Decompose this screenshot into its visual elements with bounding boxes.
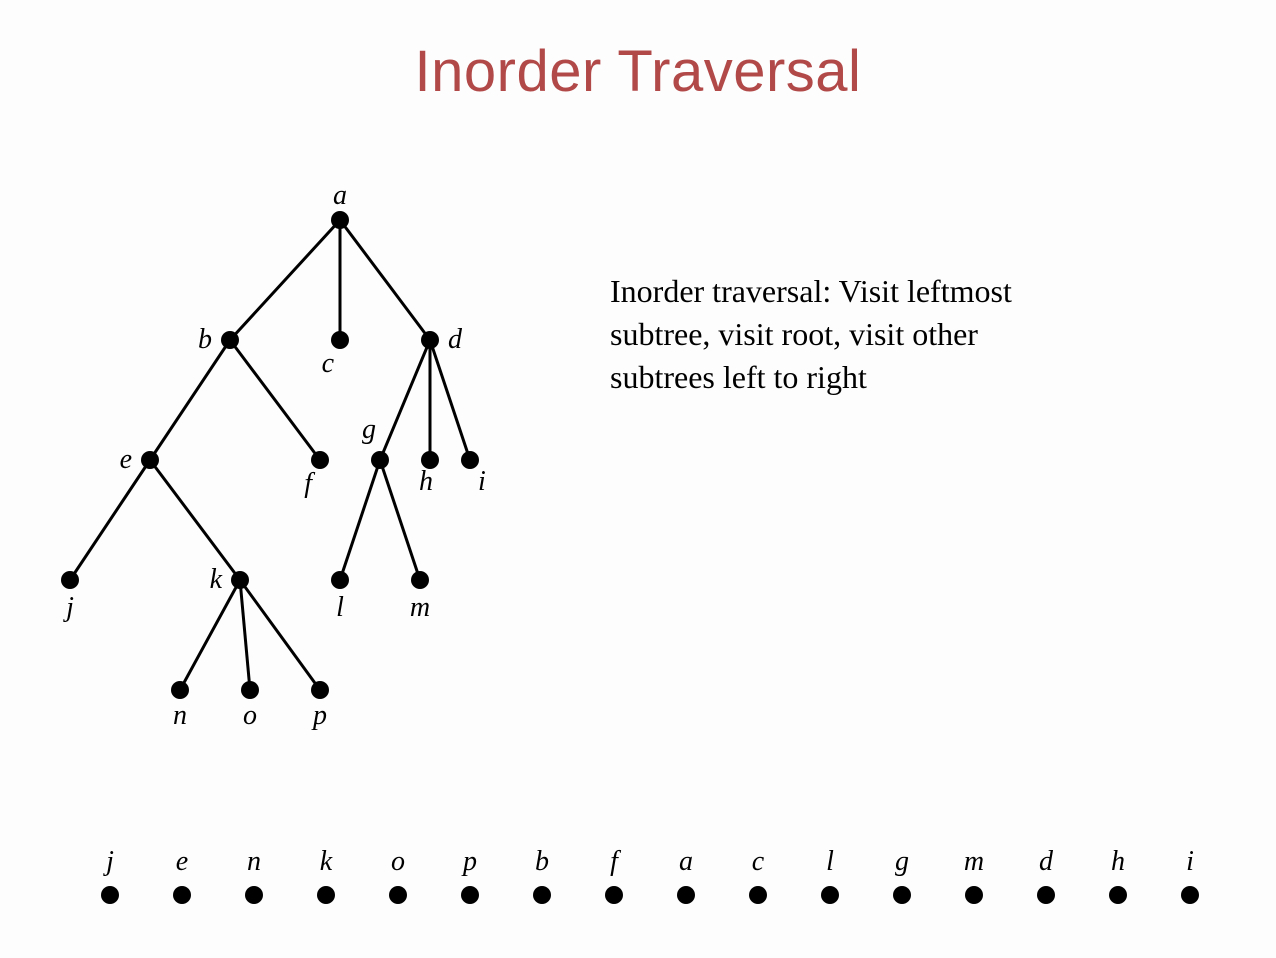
seq-label: l xyxy=(826,846,834,877)
seq-label: b xyxy=(535,846,549,877)
tree-edge xyxy=(150,460,240,580)
seq-label: j xyxy=(103,846,114,877)
traversal-sequence: jenkopbfaclgmdhi xyxy=(0,840,1276,925)
tree-svg: a b c d e f g h i j k l m n o p xyxy=(40,160,520,750)
seq-dot xyxy=(533,886,551,904)
seq-dot xyxy=(461,886,479,904)
tree-node-g xyxy=(371,451,389,469)
tree-label-g: g xyxy=(362,414,376,445)
tree-edge xyxy=(230,340,320,460)
tree-node-i xyxy=(461,451,479,469)
tree-edge xyxy=(240,580,320,690)
tree-label-i: i xyxy=(478,466,486,497)
seq-dot xyxy=(1181,886,1199,904)
tree-label-m: m xyxy=(410,592,430,623)
slide: Inorder Traversal Inorder traversal: Vis… xyxy=(0,0,1276,958)
seq-dot xyxy=(245,886,263,904)
seq-dot xyxy=(1109,886,1127,904)
traversal-description: Inorder traversal: Visit leftmost subtre… xyxy=(610,270,1040,400)
tree-edge xyxy=(240,580,250,690)
tree-label-d: d xyxy=(448,324,463,355)
tree-label-c: c xyxy=(322,348,335,379)
tree-node-k xyxy=(231,571,249,589)
seq-dot xyxy=(101,886,119,904)
tree-node-p xyxy=(311,681,329,699)
seq-dot xyxy=(173,886,191,904)
tree-node-o xyxy=(241,681,259,699)
slide-title: Inorder Traversal xyxy=(0,38,1276,105)
tree-edge xyxy=(230,220,340,340)
tree-label-a: a xyxy=(333,180,347,211)
tree-edge xyxy=(430,340,470,460)
tree-label-j: j xyxy=(63,592,74,623)
tree-node-j xyxy=(61,571,79,589)
tree-node-l xyxy=(331,571,349,589)
tree-node-f xyxy=(311,451,329,469)
tree-edge xyxy=(180,580,240,690)
sequence-svg: jenkopbfaclgmdhi xyxy=(0,840,1276,920)
tree-edge xyxy=(340,460,380,580)
seq-dot xyxy=(893,886,911,904)
tree-label-h: h xyxy=(419,466,433,497)
tree-label-b: b xyxy=(198,324,212,355)
tree-edge xyxy=(380,340,430,460)
tree-label-e: e xyxy=(120,444,132,475)
seq-dot xyxy=(749,886,767,904)
tree-diagram: a b c d e f g h i j k l m n o p xyxy=(40,160,520,755)
seq-label: p xyxy=(461,846,477,877)
seq-dot xyxy=(677,886,695,904)
tree-node-c xyxy=(331,331,349,349)
tree-node-d xyxy=(421,331,439,349)
seq-label: o xyxy=(391,846,405,877)
seq-label: c xyxy=(752,846,765,877)
seq-dot xyxy=(1037,886,1055,904)
tree-edge xyxy=(70,460,150,580)
seq-dot xyxy=(965,886,983,904)
tree-edge xyxy=(150,340,230,460)
seq-label: k xyxy=(320,846,333,877)
tree-label-f: f xyxy=(304,468,315,499)
tree-node-b xyxy=(221,331,239,349)
seq-dot xyxy=(389,886,407,904)
seq-label: h xyxy=(1111,846,1125,877)
seq-dot xyxy=(821,886,839,904)
seq-label: g xyxy=(895,846,909,877)
tree-label-k: k xyxy=(210,564,223,595)
tree-node-e xyxy=(141,451,159,469)
tree-label-o: o xyxy=(243,700,257,731)
seq-label: a xyxy=(679,846,693,877)
tree-label-p: p xyxy=(311,700,327,731)
seq-dot xyxy=(605,886,623,904)
seq-dot xyxy=(317,886,335,904)
seq-label: f xyxy=(610,846,621,877)
tree-node-n xyxy=(171,681,189,699)
tree-label-l: l xyxy=(336,592,344,623)
seq-label: e xyxy=(176,846,188,877)
seq-label: d xyxy=(1039,846,1054,877)
tree-node-a xyxy=(331,211,349,229)
seq-label: i xyxy=(1186,846,1194,877)
tree-node-m xyxy=(411,571,429,589)
seq-label: n xyxy=(247,846,261,877)
seq-label: m xyxy=(964,846,984,877)
tree-label-n: n xyxy=(173,700,187,731)
tree-edge xyxy=(380,460,420,580)
tree-edge xyxy=(340,220,430,340)
